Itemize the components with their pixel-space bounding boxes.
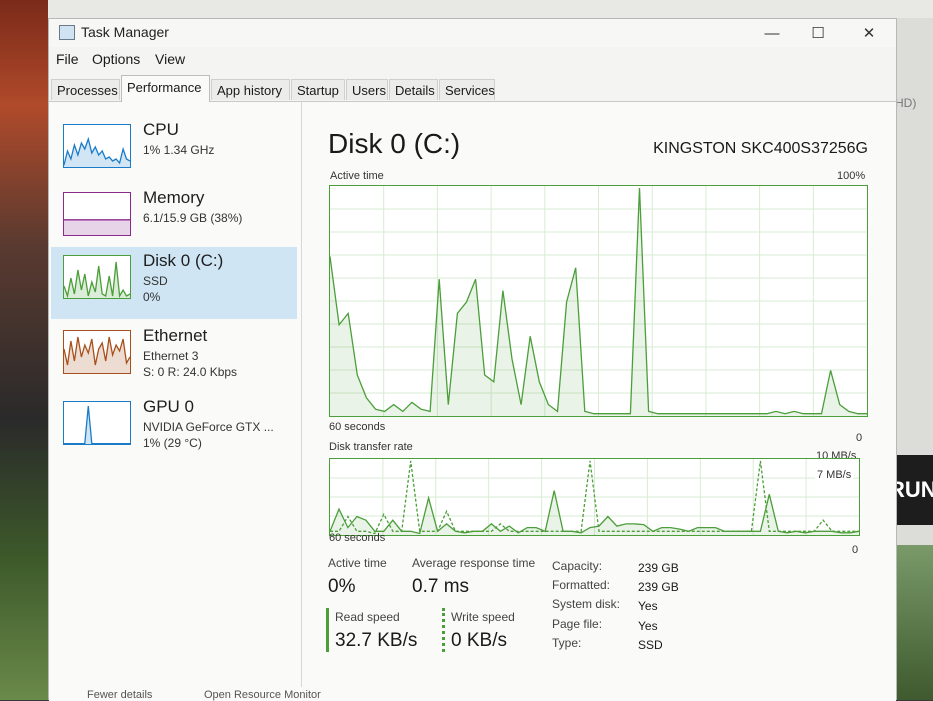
memory-usage-text: 6.1/15.9 GB (38%) — [143, 211, 243, 225]
active-time-graph — [329, 185, 868, 417]
tab-strip: Processes Performance App history Startu… — [49, 75, 896, 102]
cpu-thumbnail-graph — [63, 124, 131, 168]
read-speed-value: 32.7 KB/s — [335, 630, 418, 651]
sidebar-item-label: Ethernet — [143, 326, 208, 345]
sparkline-area — [64, 406, 130, 444]
active-time-min-label: 0 — [856, 432, 863, 444]
sidebar-item-gpu[interactable]: GPU 0 NVIDIA GeForce GTX ... 1% (29 °C) — [51, 393, 297, 465]
open-resource-monitor-link[interactable]: Open Resource Monitor — [204, 689, 321, 701]
avg-response-stat-value: 0.7 ms — [412, 576, 470, 597]
active-time-duration-label: 60 seconds — [329, 421, 386, 433]
sparkline-line — [64, 405, 130, 444]
ethernet-adapter-text: Ethernet 3 — [143, 349, 199, 363]
write-speed-value: 0 KB/s — [451, 630, 507, 651]
sidebar-item-label: Disk 0 (C:) — [143, 251, 224, 270]
gpu-model-text: NVIDIA GeForce GTX ... — [143, 420, 274, 434]
type-key: Type: — [552, 636, 582, 650]
sidebar-item-ethernet[interactable]: Ethernet Ethernet 3 S: 0 R: 24.0 Kbps — [51, 322, 297, 394]
tab-details[interactable]: Details — [389, 79, 438, 100]
transfer-rate-plot — [330, 459, 859, 535]
tab-app-history[interactable]: App history — [211, 79, 290, 100]
sparkline-svg — [64, 336, 130, 373]
gpu-usage-text: 1% (29 °C) — [143, 436, 202, 450]
footer-bar: Fewer details Open Resource Monitor — [49, 689, 896, 701]
ethernet-throughput-text: S: 0 R: 24.0 Kbps — [143, 365, 238, 379]
fewer-details-link[interactable]: Fewer details — [87, 689, 152, 701]
active-time-graph-label: Active time — [330, 170, 384, 182]
performance-panel: CPU 1% 1.34 GHz Memory 6.1/15.9 GB (38%)… — [49, 102, 896, 701]
close-button[interactable]: ✕ — [846, 21, 892, 47]
tab-users[interactable]: Users — [346, 79, 388, 100]
maximize-button[interactable]: ☐ — [795, 21, 841, 47]
type-value: SSD — [638, 638, 663, 652]
tab-processes[interactable]: Processes — [51, 79, 120, 100]
sparkline-svg — [64, 405, 130, 444]
menu-view[interactable]: View — [155, 51, 185, 67]
active-time-stat-label: Active time — [328, 556, 387, 570]
sidebar-item-label: Memory — [143, 188, 205, 207]
cpu-usage-text: 1% 1.34 GHz — [143, 143, 215, 157]
menu-file[interactable]: File — [56, 51, 79, 67]
write-speed-indicator — [442, 608, 445, 652]
read-speed-indicator — [326, 608, 329, 652]
page-file-key: Page file: — [552, 617, 603, 631]
transfer-rate-graph: 7 MB/s — [329, 458, 860, 536]
task-manager-window: Task Manager — ☐ ✕ File Options View Pro… — [48, 18, 897, 701]
page-file-value: Yes — [638, 619, 658, 633]
formatted-key: Formatted: — [552, 578, 611, 592]
disk-model-name: KINGSTON SKC400S37256G — [653, 140, 868, 157]
transfer-rate-duration-label: 60 seconds — [329, 532, 386, 544]
disk-usage-text: 0% — [143, 290, 161, 304]
disk-detail-panel: Disk 0 (C:) KINGSTON SKC400S37256G Activ… — [302, 102, 896, 701]
active-time-max-label: 100% — [837, 170, 866, 182]
system-disk-key: System disk: — [552, 597, 621, 611]
tab-services[interactable]: Services — [439, 79, 495, 100]
memory-thumbnail-graph — [63, 192, 131, 236]
menu-options[interactable]: Options — [92, 51, 140, 67]
minimize-button[interactable]: — — [749, 21, 795, 47]
tab-performance[interactable]: Performance — [121, 75, 210, 102]
sparkline-svg — [64, 136, 130, 167]
ethernet-thumbnail-graph — [63, 330, 131, 374]
title-bar[interactable]: Task Manager — ☐ ✕ — [49, 19, 896, 47]
task-manager-icon — [59, 25, 75, 40]
capacity-key: Capacity: — [552, 559, 603, 573]
formatted-value: 239 GB — [638, 580, 679, 594]
sparkline-svg — [64, 219, 130, 235]
sparkline-svg — [64, 261, 130, 298]
active-time-stat-value: 0% — [328, 576, 356, 597]
sidebar-item-memory[interactable]: Memory 6.1/15.9 GB (38%) — [51, 184, 297, 252]
sidebar-item-cpu[interactable]: CPU 1% 1.34 GHz — [51, 116, 297, 184]
transfer-rate-min-label: 0 — [852, 544, 859, 556]
menu-bar: File Options View — [49, 49, 896, 71]
background-window-top — [48, 0, 933, 18]
page-title: Disk 0 (C:) — [328, 128, 461, 159]
background-hd-text: HD) — [895, 96, 917, 110]
write-speed-label: Write speed — [451, 610, 515, 624]
disk-type-text: SSD — [143, 274, 168, 288]
window-title: Task Manager — [81, 24, 169, 40]
avg-response-stat-label: Average response time — [412, 556, 536, 570]
system-disk-value: Yes — [638, 599, 658, 613]
resource-sidebar: CPU 1% 1.34 GHz Memory 6.1/15.9 GB (38%)… — [49, 102, 302, 687]
disk-thumbnail-graph — [63, 255, 131, 299]
transfer-rate-scale-label: 7 MB/s — [815, 469, 854, 481]
sidebar-item-disk[interactable]: Disk 0 (C:) SSD 0% — [51, 247, 297, 319]
sparkline-area — [64, 219, 130, 235]
tab-startup[interactable]: Startup — [291, 79, 345, 100]
capacity-value: 239 GB — [638, 561, 679, 575]
active-time-plot — [330, 186, 867, 416]
sidebar-item-label: CPU — [143, 120, 179, 139]
transfer-rate-graph-label: Disk transfer rate — [329, 441, 413, 453]
sidebar-item-label: GPU 0 — [143, 397, 195, 416]
background-photo-left — [0, 0, 48, 700]
gpu-thumbnail-graph — [63, 401, 131, 445]
read-speed-label: Read speed — [335, 610, 400, 624]
